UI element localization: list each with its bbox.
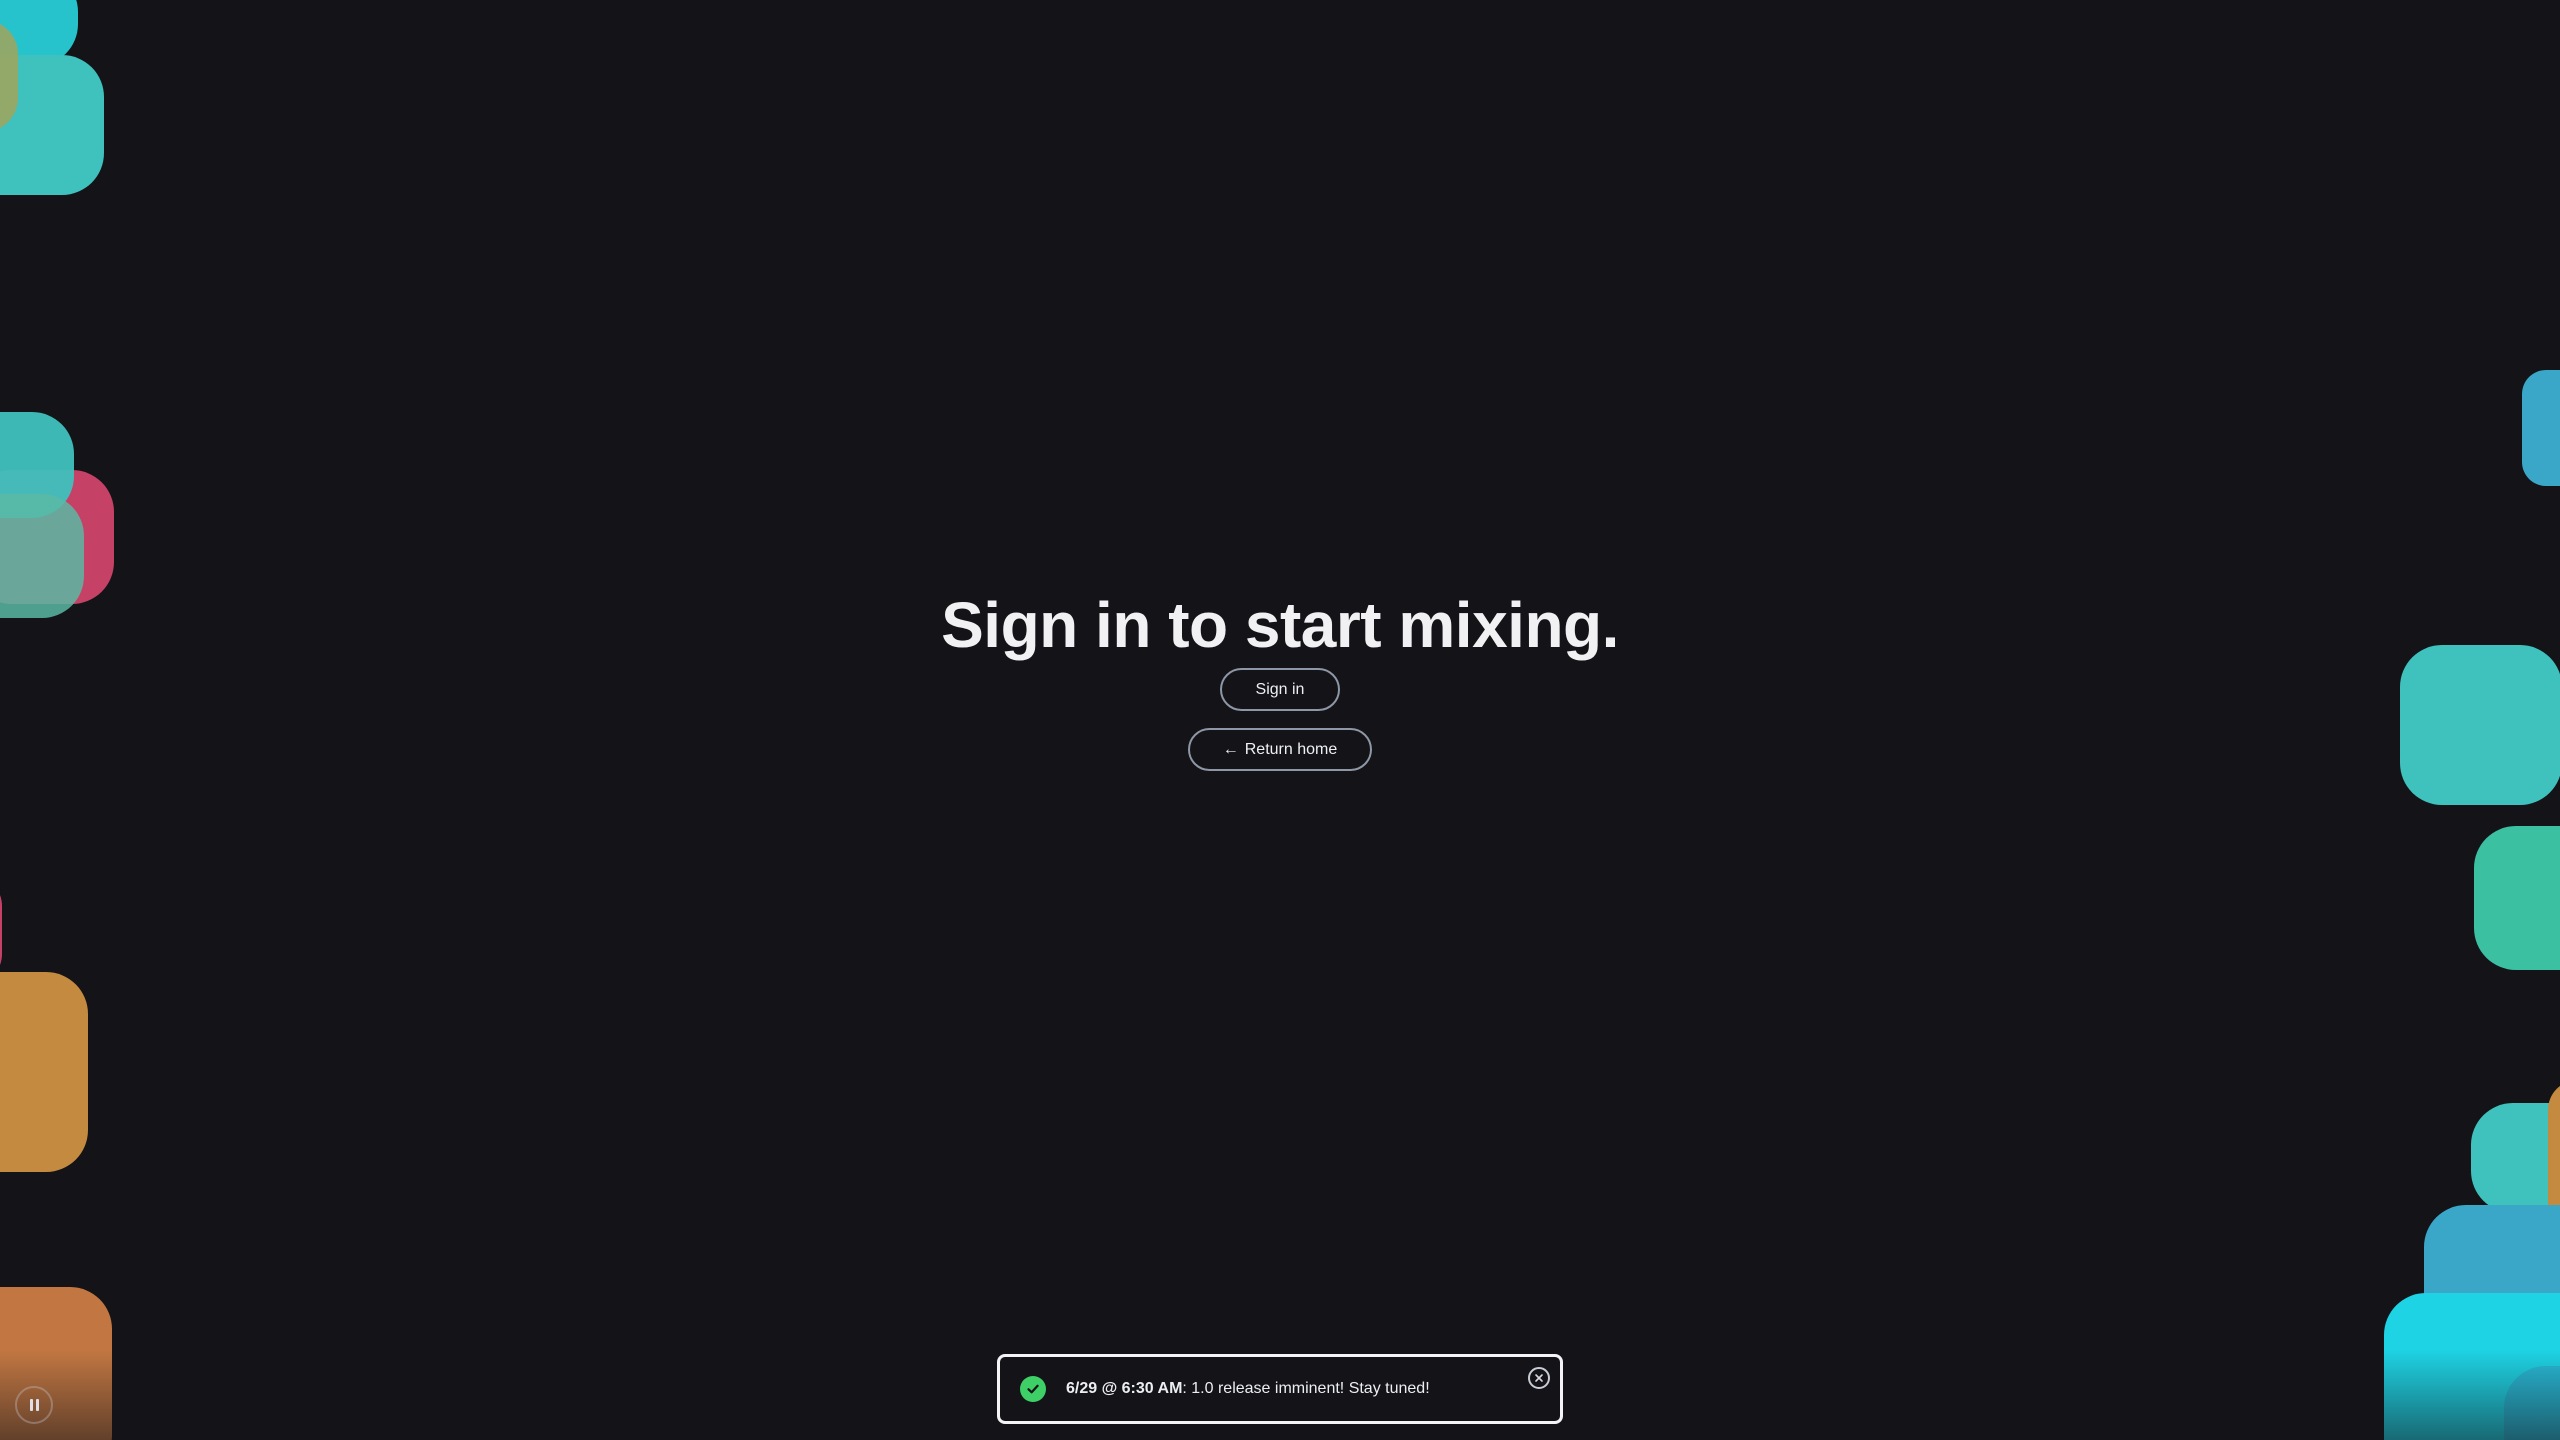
sign-in-label: Sign in	[1255, 680, 1305, 698]
sign-in-prompt: Sign in to start mixing. Sign in ← Retur…	[0, 585, 2560, 771]
page: Sign in to start mixing. Sign in ← Retur…	[0, 0, 2560, 1440]
decorative-tile	[2474, 826, 2560, 970]
pause-animation-button[interactable]	[15, 1386, 53, 1424]
decorative-tile	[2471, 1103, 2560, 1213]
pause-icon	[28, 1399, 40, 1411]
toast-timestamp: 6/29 @ 6:30 AM	[1066, 1380, 1183, 1397]
toast-message: 6/29 @ 6:30 AM: 1.0 release imminent! St…	[1066, 1380, 1430, 1398]
decorative-tile	[0, 875, 2, 985]
decorative-tile	[0, 972, 88, 1172]
sign-in-button[interactable]: Sign in	[1220, 668, 1340, 711]
page-title: Sign in to start mixing.	[941, 589, 1619, 661]
arrow-left-icon: ←	[1222, 740, 1239, 758]
close-icon[interactable]	[1528, 1367, 1550, 1389]
check-circle-icon	[1020, 1376, 1046, 1402]
decorative-tile	[2522, 370, 2560, 486]
decorative-tile	[0, 1287, 112, 1440]
release-toast: 6/29 @ 6:30 AM: 1.0 release imminent! St…	[997, 1354, 1563, 1424]
return-home-button[interactable]: ← Return home	[1188, 728, 1372, 771]
return-home-label: Return home	[1244, 740, 1338, 758]
toast-body: : 1.0 release imminent! Stay tuned!	[1182, 1380, 1430, 1397]
